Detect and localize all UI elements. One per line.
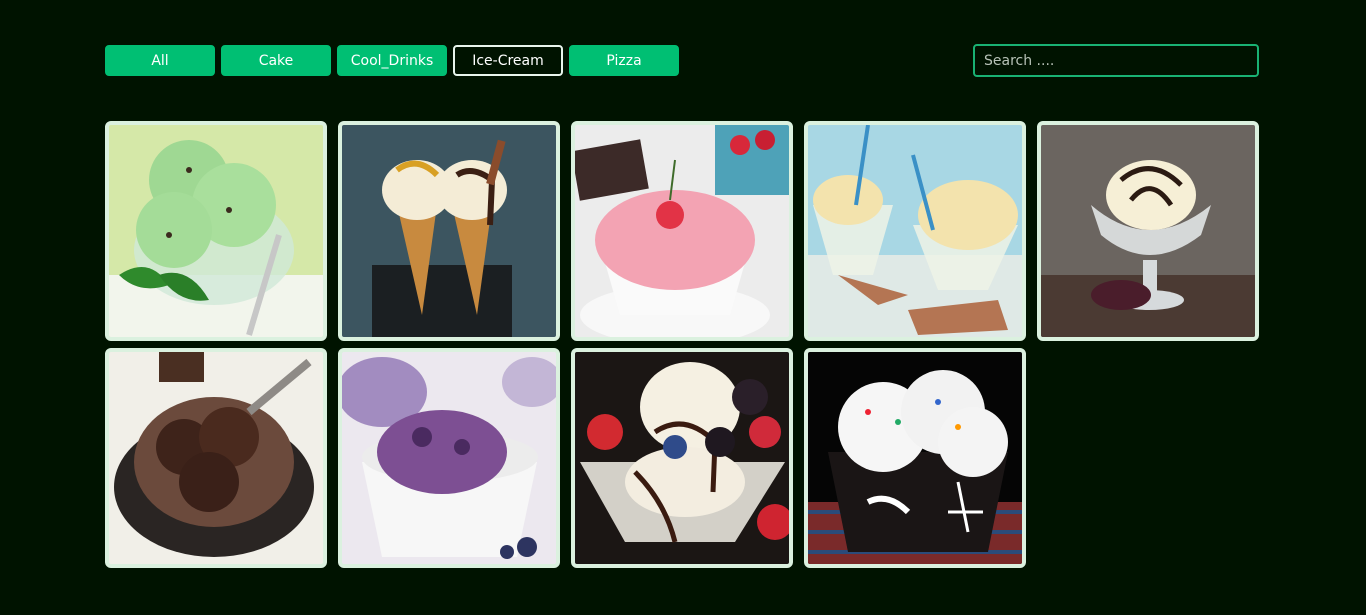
strawberry-ice-cream-image [575,125,789,337]
gallery-item[interactable] [804,121,1026,341]
sprinkle-ice-cream-bowl-image [808,352,1022,564]
image-gallery [105,121,1259,568]
filter-pizza-button[interactable]: Pizza [569,45,679,76]
gallery-item[interactable] [571,348,793,568]
filter-all-button[interactable]: All [105,45,215,76]
category-filter-bar: All Cake Cool_Drinks Ice-Cream Pizza [105,45,679,76]
gallery-item[interactable] [105,121,327,341]
filter-ice-cream-button[interactable]: Ice-Cream [453,45,563,76]
ice-cream-cones-image [342,125,556,337]
mint-ice-cream-image [109,125,323,337]
gallery-item[interactable] [105,348,327,568]
page: All Cake Cool_Drinks Ice-Cream Pizza [0,0,1366,615]
gallery-item[interactable] [338,348,560,568]
gallery-item[interactable] [338,121,560,341]
gallery-item[interactable] [1037,121,1259,341]
vanilla-chocolate-sundae-image [1041,125,1255,337]
gallery-item[interactable] [571,121,793,341]
filter-cake-button[interactable]: Cake [221,45,331,76]
chocolate-ice-cream-image [109,352,323,564]
search-input[interactable] [973,44,1259,77]
vanilla-ice-cream-cups-image [808,125,1022,337]
berry-sundae-image [575,352,789,564]
gallery-item[interactable] [804,348,1026,568]
filter-cool-drinks-button[interactable]: Cool_Drinks [337,45,447,76]
blueberry-ice-cream-image [342,352,556,564]
